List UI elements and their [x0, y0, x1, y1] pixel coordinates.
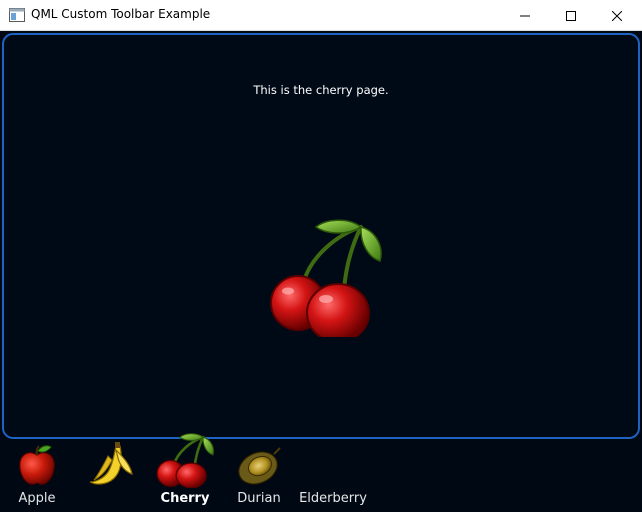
cherry-icon: [156, 433, 214, 488]
app-window-icon: [9, 8, 25, 22]
cherry-icon: [270, 219, 382, 337]
minimize-button[interactable]: [502, 0, 548, 31]
page-message: This is the cherry page.: [253, 83, 389, 97]
maximize-button[interactable]: [548, 0, 594, 31]
close-icon: [612, 10, 622, 21]
close-button[interactable]: [594, 0, 640, 31]
toolbar-label-apple: Apple: [18, 491, 56, 506]
toolbar-item-durian[interactable]: Durian: [236, 440, 282, 512]
toolbar-item-elderberry[interactable]: Elderberry: [298, 440, 368, 512]
maximize-icon: [566, 10, 576, 21]
apple-icon: [19, 445, 55, 485]
content-page: This is the cherry page.: [2, 33, 640, 439]
banana-icon: [89, 442, 133, 485]
toolbar-label-elderberry: Elderberry: [299, 491, 367, 506]
toolbar-label-cherry: Cherry: [160, 491, 210, 506]
window-title: QML Custom Toolbar Example: [31, 7, 211, 21]
toolbar-item-banana[interactable]: [86, 440, 136, 512]
title-bar[interactable]: QML Custom Toolbar Example: [0, 0, 642, 31]
toolbar-item-apple[interactable]: Apple: [14, 440, 60, 512]
toolbar-label-durian: Durian: [237, 491, 281, 506]
bottom-toolbar: Apple Cherry Durian Elderberry: [0, 433, 642, 512]
durian-icon: [238, 447, 281, 485]
minimize-icon: [520, 15, 530, 16]
toolbar-item-cherry[interactable]: Cherry: [154, 433, 216, 512]
